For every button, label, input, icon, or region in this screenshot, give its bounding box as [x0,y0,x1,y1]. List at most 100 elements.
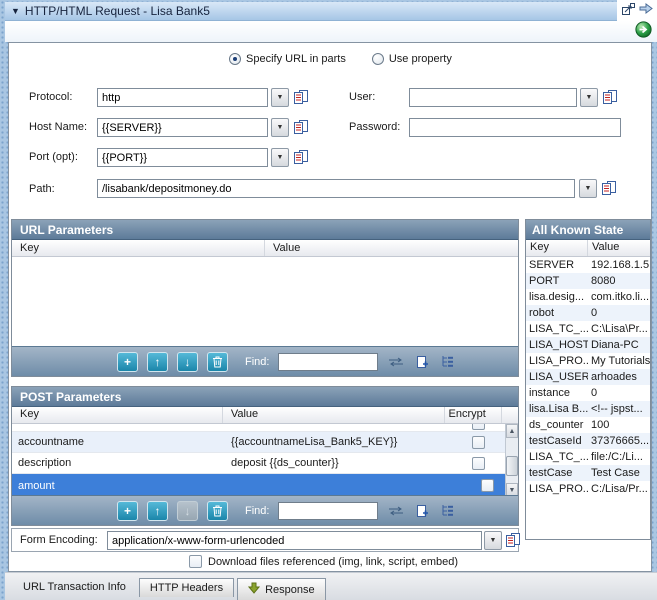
url-parameters-table-body[interactable] [12,257,518,346]
user-input[interactable] [409,88,577,107]
post-find-direction-icon[interactable] [387,504,404,518]
port-property-icon[interactable] [293,149,309,165]
url-add-button[interactable]: + [117,352,138,372]
go-execute-icon[interactable] [635,21,652,43]
url-tree-view-icon[interactable] [439,355,456,369]
state-row[interactable]: lisa.Lisa B... <!-- jspst... [526,401,650,417]
detach-window-icon[interactable] [621,2,636,21]
post-parameters-panel: POST Parameters Key Value Encrypt accoun… [11,386,519,526]
state-row[interactable]: robot 0 [526,305,650,321]
url-find-input[interactable] [278,353,378,371]
state-row[interactable]: LISA_TC_... C:\Lisa\Pr... [526,321,650,337]
state-value-column-header[interactable]: Value [588,240,650,256]
radio-use-property[interactable]: Use property [372,53,452,65]
state-row[interactable]: testCaseId 37376665... [526,433,650,449]
protocol-dropdown-button[interactable]: ▼ [271,88,289,107]
encrypt-checkbox[interactable] [472,436,485,449]
protocol-input[interactable] [97,88,268,107]
state-key: robot [526,307,588,319]
url-value-column-header[interactable]: Value [265,240,518,256]
title-bar[interactable]: ▼ HTTP/HTML Request - Lisa Bank5 [5,2,617,21]
state-row[interactable]: LISA_TC_... file:/C:/Li... [526,449,650,465]
radio-use-property-label: Use property [389,53,452,65]
post-row-clipped[interactable] [12,424,507,432]
post-move-up-button[interactable]: ↑ [147,501,168,521]
path-input[interactable] [97,179,575,198]
post-table-scrollbar[interactable]: ▲ ▼ [505,424,518,497]
post-row-description[interactable]: description deposit {{ds_counter}} [12,453,507,474]
url-move-down-button[interactable]: ↓ [177,352,198,372]
post-value-cell: deposit {{ds_counter}} [225,457,449,469]
scroll-thumb[interactable] [506,456,518,476]
state-row[interactable]: instance 0 [526,385,650,401]
tab-http-headers[interactable]: HTTP Headers [139,578,234,597]
port-dropdown-button[interactable]: ▼ [271,148,289,167]
tab-response[interactable]: Response [237,578,326,600]
post-parameters-table-body: accountname {{accountnameLisa_Bank5_KEY}… [12,424,518,497]
state-value: My Tutorials [588,355,650,367]
post-parameters-column-headers: Key Value Encrypt [12,407,518,424]
state-row[interactable]: LISA_PRO... C:/Lisa/Pr... [526,481,650,497]
password-input[interactable] [409,118,621,137]
user-property-icon[interactable] [602,89,618,105]
encrypt-checkbox[interactable] [481,479,494,492]
encrypt-checkbox[interactable] [472,457,485,470]
url-find-direction-icon[interactable] [387,355,404,369]
state-value: file:/C:/Li... [588,451,650,463]
path-dropdown-button[interactable]: ▼ [579,179,597,198]
state-row[interactable]: SERVER 192.168.1.5 [526,257,650,273]
post-row-accountname[interactable]: accountname {{accountnameLisa_Bank5_KEY}… [12,432,507,453]
host-input[interactable] [97,118,268,137]
port-input[interactable] [97,148,268,167]
host-property-icon[interactable] [293,119,309,135]
next-step-arrow-icon[interactable] [639,2,654,20]
user-dropdown-button[interactable]: ▼ [580,88,598,107]
tab-url-transaction-info[interactable]: URL Transaction Info [13,578,136,596]
post-key-cell: amount [12,480,225,492]
state-row[interactable]: ds_counter 100 [526,417,650,433]
form-encoding-property-icon[interactable] [505,532,521,548]
state-row[interactable]: PORT 8080 [526,273,650,289]
url-move-up-button[interactable]: ↑ [147,352,168,372]
radio-specify-url-in-parts[interactable]: Specify URL in parts [229,53,346,65]
post-encrypt-column-header[interactable]: Encrypt [445,407,502,423]
post-key-cell: description [12,457,225,469]
user-label: User: [349,91,375,103]
path-label: Path: [29,183,55,195]
post-find-input[interactable] [278,502,378,520]
download-files-option[interactable]: Download files referenced (img, link, sc… [189,555,458,568]
collapse-icon[interactable]: ▼ [11,6,20,16]
post-delete-button[interactable] [207,501,228,521]
state-row[interactable]: LISA_USER arhoades [526,369,650,385]
host-dropdown-button[interactable]: ▼ [271,118,289,137]
state-row[interactable]: testCase Test Case [526,465,650,481]
url-parameters-panel: URL Parameters Key Value + ↑ ↓ Find: [11,219,519,377]
url-key-column-header[interactable]: Key [12,240,265,256]
state-key: SERVER [526,259,588,271]
download-files-label: Download files referenced (img, link, sc… [208,556,458,568]
state-row[interactable]: LISA_HOST Diana-PC [526,337,650,353]
state-value: 37376665... [588,435,650,447]
request-editor-panel: Specify URL in parts Use property Protoc… [8,42,652,572]
path-property-icon[interactable] [601,180,617,196]
post-value-column-header[interactable]: Value [223,407,445,423]
download-files-checkbox[interactable] [189,555,202,568]
form-encoding-dropdown-button[interactable]: ▼ [484,531,502,550]
post-key-column-header[interactable]: Key [12,407,223,423]
scroll-up-button[interactable]: ▲ [506,424,518,438]
url-delete-button[interactable] [207,352,228,372]
state-key-column-header[interactable]: Key [526,240,588,256]
state-key: lisa.Lisa B... [526,403,588,415]
url-copy-page-icon[interactable] [413,355,430,369]
post-tree-view-icon[interactable] [439,504,456,518]
state-row[interactable]: LISA_PRO... My Tutorials [526,353,650,369]
post-copy-page-icon[interactable] [413,504,430,518]
state-key: LISA_TC_... [526,451,588,463]
tab-response-label: Response [265,584,315,596]
encrypt-checkbox[interactable] [472,424,485,430]
protocol-property-icon[interactable] [293,89,309,105]
state-row[interactable]: lisa.desig... com.itko.li... [526,289,650,305]
post-row-amount-selected[interactable]: amount {{ds_counter}} ▼ [12,474,507,497]
post-add-button[interactable]: + [117,501,138,521]
form-encoding-input[interactable] [107,531,482,550]
